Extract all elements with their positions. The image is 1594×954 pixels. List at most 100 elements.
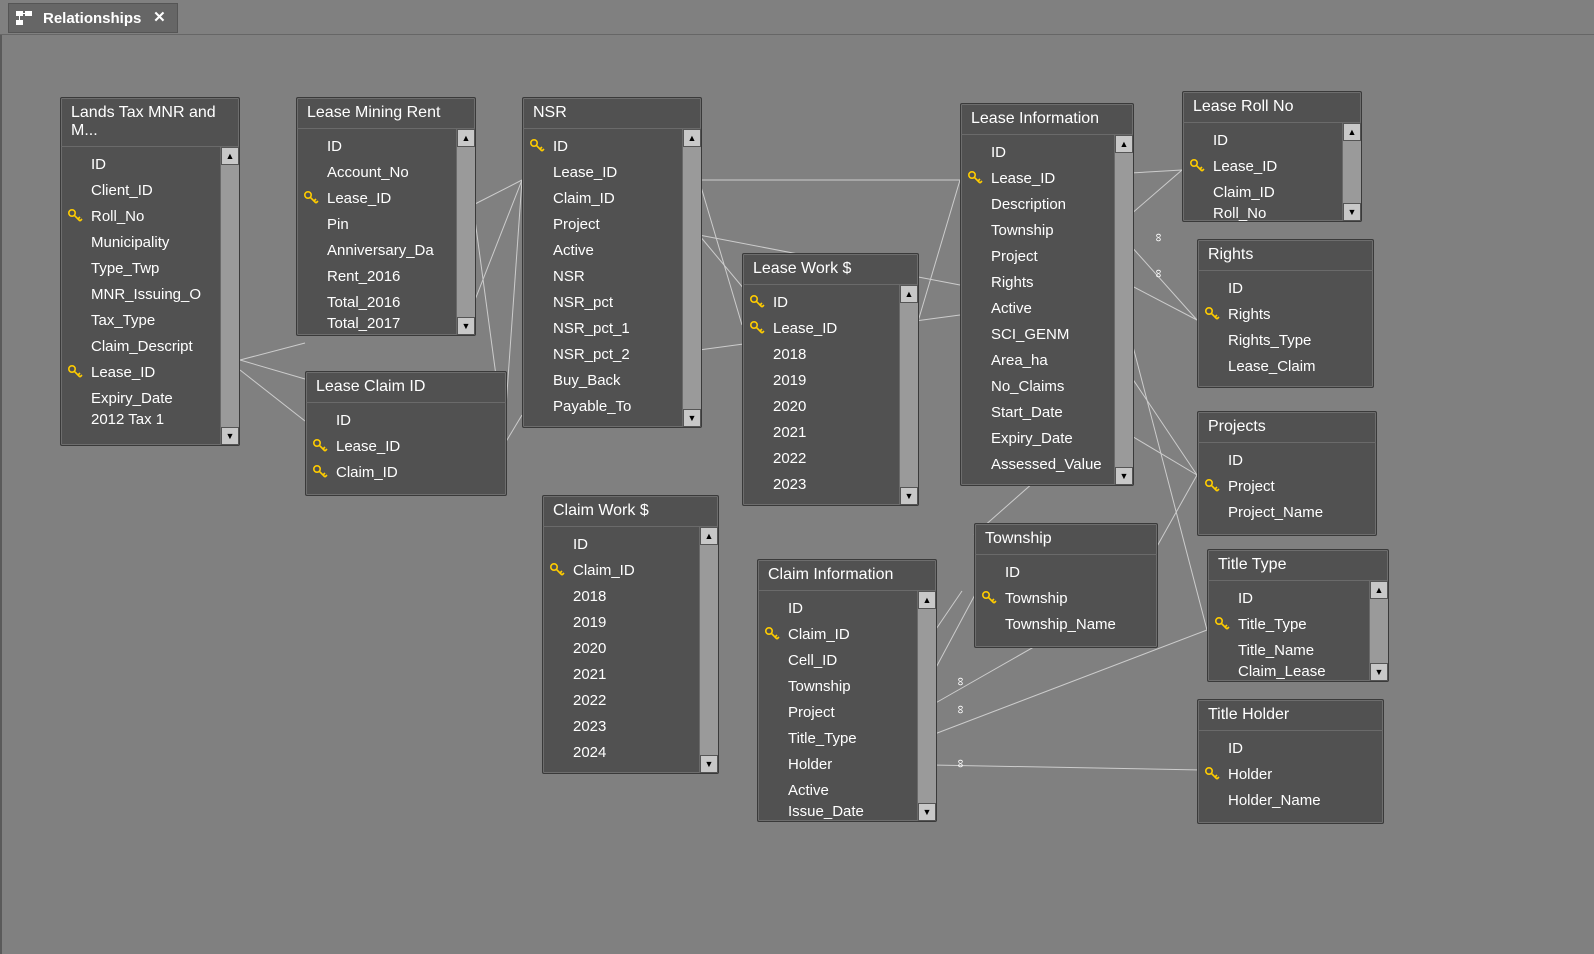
field-row[interactable]: Roll_No <box>61 203 220 229</box>
field-row[interactable]: Title_Type <box>758 725 917 751</box>
field-row[interactable]: Area_ha <box>961 347 1114 373</box>
field-row[interactable]: 2023 <box>743 471 899 497</box>
field-row[interactable]: Project <box>1198 473 1376 499</box>
field-row[interactable]: 2023 <box>543 713 699 739</box>
field-row[interactable]: Lease_ID <box>306 433 506 459</box>
field-row[interactable]: Project <box>961 243 1114 269</box>
table-township[interactable]: Township IDTownshipTownship_Name <box>974 523 1158 648</box>
field-row[interactable]: Pin <box>297 211 456 237</box>
field-row[interactable]: Claim_ID <box>758 621 917 647</box>
table-lease-claim-id[interactable]: Lease Claim ID IDLease_IDClaim_ID <box>305 371 507 496</box>
field-row[interactable]: 2020 <box>743 393 899 419</box>
field-row[interactable]: Rights_Type <box>1198 327 1373 353</box>
field-row[interactable]: No_Claims <box>961 373 1114 399</box>
scrollbar[interactable]: ▲ ▼ <box>899 285 918 505</box>
field-row[interactable]: Holder_Name <box>1198 787 1383 813</box>
field-row[interactable]: Client_ID <box>61 177 220 203</box>
field-row[interactable]: NSR_pct <box>523 289 682 315</box>
field-row[interactable]: 2012 Tax 1 <box>61 411 220 427</box>
field-row[interactable]: Active <box>758 777 917 803</box>
field-row[interactable]: Project <box>758 699 917 725</box>
field-row[interactable]: Claim_ID <box>543 557 699 583</box>
field-row[interactable]: 2019 <box>743 367 899 393</box>
field-row[interactable]: NSR_pct_1 <box>523 315 682 341</box>
field-row[interactable]: 2022 <box>743 445 899 471</box>
field-row[interactable]: Assessed_Value <box>961 451 1114 477</box>
field-row[interactable]: Rights <box>961 269 1114 295</box>
field-row[interactable]: 2021 <box>543 661 699 687</box>
scroll-down-icon[interactable]: ▼ <box>918 803 936 821</box>
field-row[interactable]: Start_Date <box>961 399 1114 425</box>
scroll-up-icon[interactable]: ▲ <box>1370 581 1388 599</box>
table-title-holder[interactable]: Title Holder IDHolderHolder_Name <box>1197 699 1384 824</box>
field-row[interactable]: Project <box>523 211 682 237</box>
scrollbar[interactable]: ▲ ▼ <box>1369 581 1388 681</box>
field-row[interactable]: ID <box>1198 735 1383 761</box>
field-row[interactable]: SCI_GENM <box>961 321 1114 347</box>
field-row[interactable]: Rights <box>1198 301 1373 327</box>
field-row[interactable]: Lease_ID <box>523 159 682 185</box>
field-row[interactable]: ID <box>1183 127 1342 153</box>
field-row[interactable]: Rent_2016 <box>297 263 456 289</box>
scroll-up-icon[interactable]: ▲ <box>918 591 936 609</box>
table-claim-work[interactable]: Claim Work $ IDClaim_ID20182019202020212… <box>542 495 719 774</box>
field-row[interactable]: ID <box>543 531 699 557</box>
field-row[interactable]: NSR_pct_2 <box>523 341 682 367</box>
table-lease-work[interactable]: Lease Work $ IDLease_ID20182019202020212… <box>742 253 919 506</box>
field-row[interactable]: ID <box>975 559 1157 585</box>
field-row[interactable]: Total_2017 <box>297 315 456 331</box>
scroll-down-icon[interactable]: ▼ <box>221 427 239 445</box>
field-row[interactable]: Claim_ID <box>523 185 682 211</box>
table-lease-information[interactable]: Lease Information IDLease_IDDescriptionT… <box>960 103 1134 486</box>
scroll-down-icon[interactable]: ▼ <box>683 409 701 427</box>
field-row[interactable]: Tax_Type <box>61 307 220 333</box>
field-row[interactable]: ID <box>758 595 917 621</box>
field-row[interactable]: Lease_ID <box>961 165 1114 191</box>
field-row[interactable]: ID <box>61 151 220 177</box>
field-row[interactable]: Claim_ID <box>1183 179 1342 205</box>
field-row[interactable]: Type_Twp <box>61 255 220 281</box>
field-row[interactable]: Active <box>523 237 682 263</box>
tab-relationships[interactable]: Relationships ✕ <box>8 3 178 33</box>
field-row[interactable]: Lease_ID <box>1183 153 1342 179</box>
field-row[interactable]: ID <box>1198 275 1373 301</box>
scrollbar[interactable]: ▲ ▼ <box>699 527 718 773</box>
scrollbar[interactable]: ▲ ▼ <box>682 129 701 427</box>
scroll-down-icon[interactable]: ▼ <box>457 317 475 335</box>
field-row[interactable]: Total_2016 <box>297 289 456 315</box>
field-row[interactable]: Anniversary_Da <box>297 237 456 263</box>
field-row[interactable]: 2018 <box>743 341 899 367</box>
field-row[interactable]: Claim_ID <box>306 459 506 485</box>
scroll-down-icon[interactable]: ▼ <box>900 487 918 505</box>
field-row[interactable]: Holder <box>758 751 917 777</box>
field-row[interactable]: Project_Name <box>1198 499 1376 525</box>
field-row[interactable]: Municipality <box>61 229 220 255</box>
scroll-up-icon[interactable]: ▲ <box>683 129 701 147</box>
field-row[interactable]: ID <box>306 407 506 433</box>
scrollbar[interactable]: ▲ ▼ <box>220 147 239 445</box>
table-rights[interactable]: Rights IDRightsRights_TypeLease_Claim <box>1197 239 1374 388</box>
close-icon[interactable]: ✕ <box>149 8 169 28</box>
field-row[interactable]: Lease_ID <box>61 359 220 385</box>
field-row[interactable]: Holder <box>1198 761 1383 787</box>
field-row[interactable]: ID <box>1208 585 1369 611</box>
table-lands-tax[interactable]: Lands Tax MNR and M... IDClient_IDRoll_N… <box>60 97 240 446</box>
field-row[interactable]: Expiry_Date <box>961 425 1114 451</box>
field-row[interactable]: Buy_Back <box>523 367 682 393</box>
field-row[interactable]: Township <box>975 585 1157 611</box>
field-row[interactable]: Issue_Date <box>758 803 917 819</box>
field-row[interactable]: 2019 <box>543 609 699 635</box>
scroll-down-icon[interactable]: ▼ <box>1370 663 1388 681</box>
field-row[interactable]: Lease_Claim <box>1198 353 1373 379</box>
scrollbar[interactable]: ▲ ▼ <box>1114 135 1133 485</box>
field-row[interactable]: ID <box>1198 447 1376 473</box>
field-row[interactable]: 2020 <box>543 635 699 661</box>
field-row[interactable]: 2024 <box>543 739 699 765</box>
field-row[interactable]: Roll_No <box>1183 205 1342 221</box>
scroll-up-icon[interactable]: ▲ <box>221 147 239 165</box>
table-claim-information[interactable]: Claim Information IDClaim_IDCell_IDTowns… <box>757 559 937 822</box>
field-row[interactable]: Title_Name <box>1208 637 1369 663</box>
field-row[interactable]: Description <box>961 191 1114 217</box>
field-row[interactable]: Active <box>961 295 1114 321</box>
field-row[interactable]: 2021 <box>743 419 899 445</box>
